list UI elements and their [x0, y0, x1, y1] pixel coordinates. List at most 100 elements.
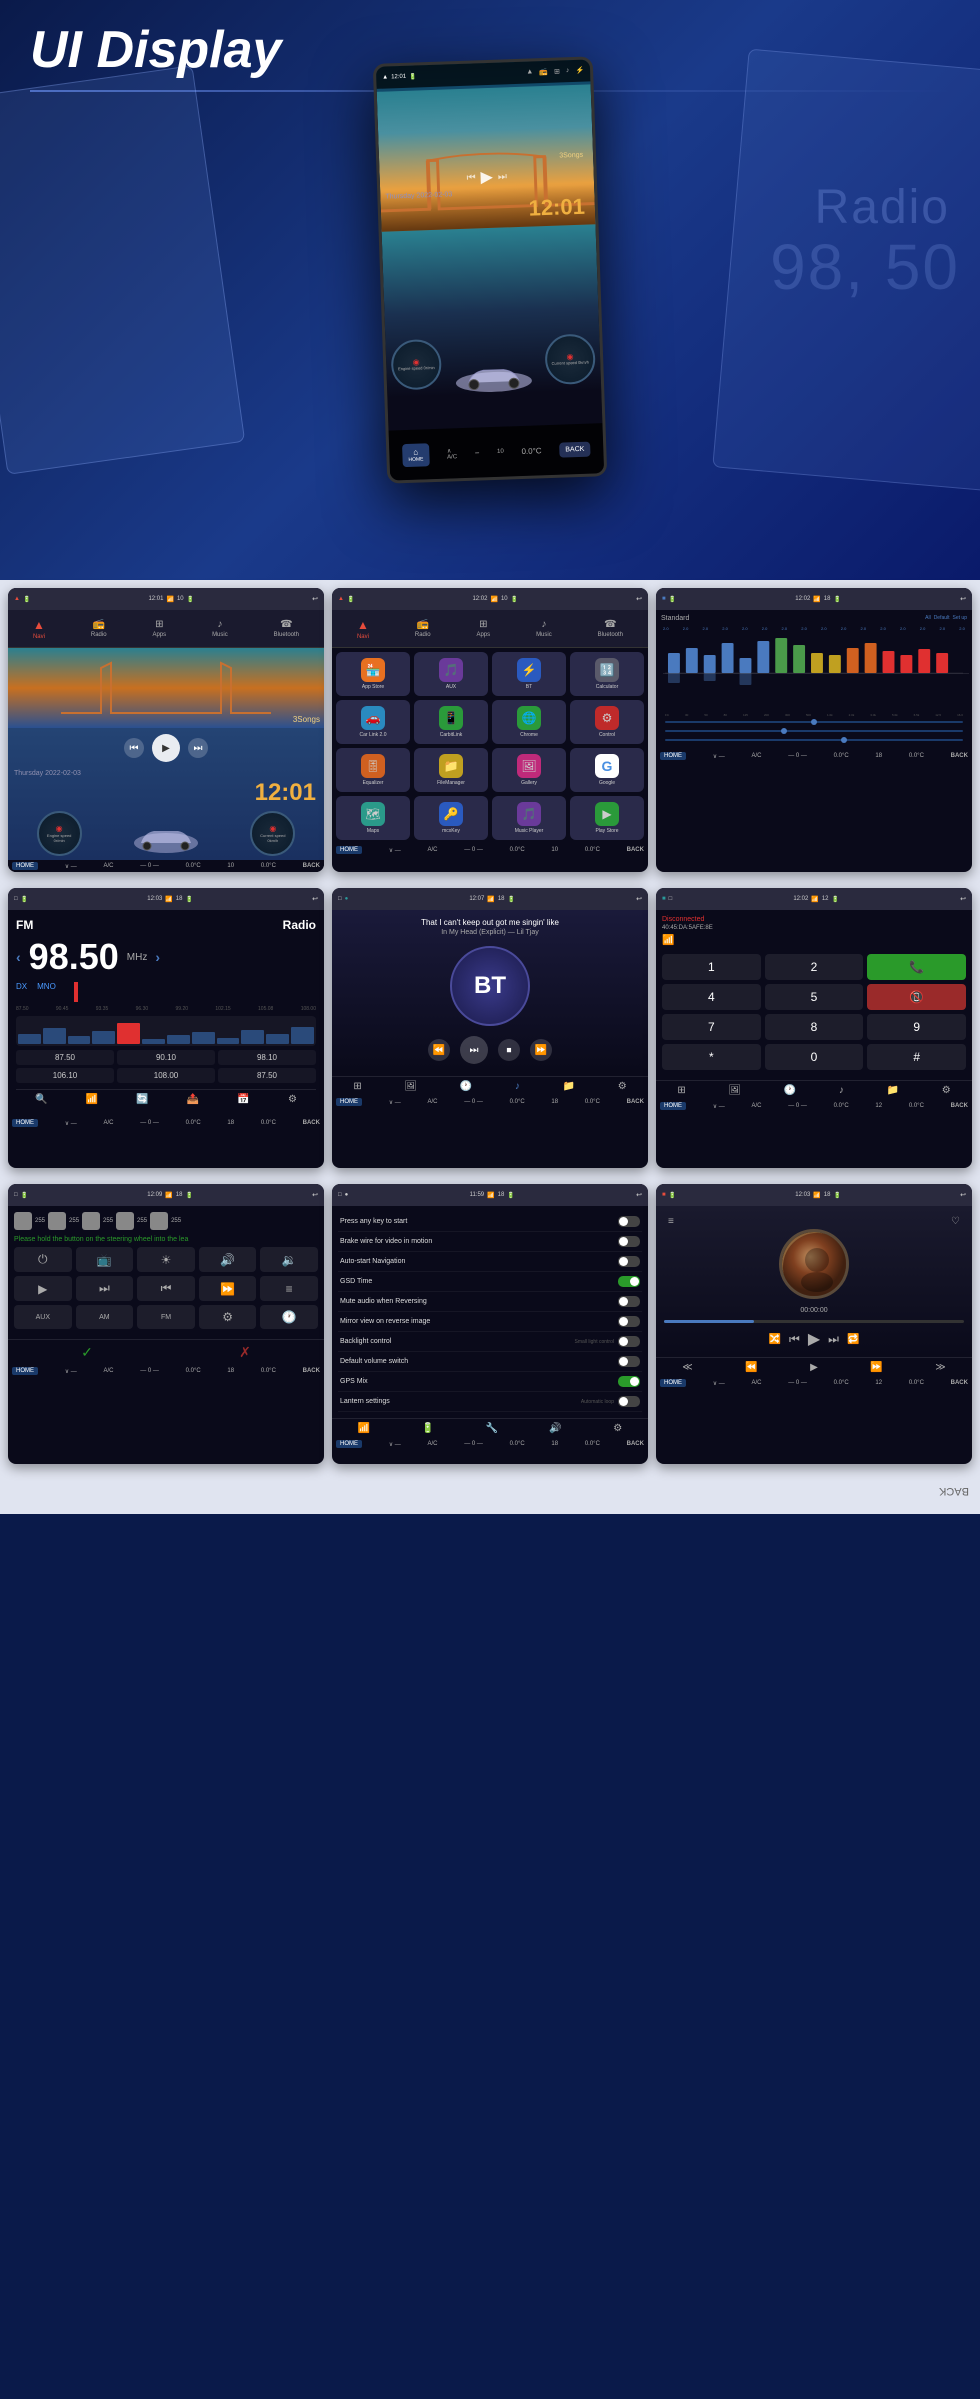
phone-folder-icon[interactable]: 📁 — [887, 1085, 899, 1096]
nav-bt-s1[interactable]: ☎ Bluetooth — [274, 619, 299, 638]
bt-music-icon[interactable]: ♪ — [515, 1081, 520, 1092]
back-s9[interactable]: BACK — [951, 1380, 968, 1386]
home-s3[interactable]: HOME — [660, 752, 686, 760]
ac-control[interactable]: ∧ A/C — [447, 447, 457, 460]
toggle-7[interactable] — [618, 1356, 640, 1367]
home-s5[interactable]: HOME — [336, 1098, 362, 1106]
preset-1[interactable]: 87.50 — [16, 1050, 114, 1065]
set-aux[interactable]: AUX — [14, 1305, 72, 1329]
freq-next[interactable]: › — [155, 949, 160, 965]
eq-preset-name[interactable]: Standard — [661, 615, 689, 622]
bt-rew[interactable]: ⏪ — [428, 1039, 450, 1061]
shuffle-btn[interactable]: 🔀 — [769, 1334, 781, 1345]
home-button[interactable]: ⌂ HOME — [402, 443, 430, 467]
app-carbitlink[interactable]: 📱 CarbitLink — [414, 700, 488, 744]
back-s3[interactable]: BACK — [951, 753, 968, 759]
back-s7[interactable]: BACK — [303, 1368, 320, 1374]
repeat-btn[interactable]: 🔁 — [847, 1334, 859, 1345]
bt-fwd[interactable]: ⏩ — [530, 1039, 552, 1061]
preset-6[interactable]: 87.50 — [218, 1068, 316, 1083]
set-display[interactable]: 📺 — [76, 1247, 134, 1272]
set-fm[interactable]: FM — [137, 1305, 195, 1329]
back-s5[interactable]: BACK — [627, 1099, 644, 1105]
radio-settings-icon[interactable]: ⚙ — [288, 1094, 297, 1105]
preset-3[interactable]: 98.10 — [218, 1050, 316, 1065]
toggle-6[interactable] — [618, 1336, 640, 1347]
back-button-phone[interactable]: BACK — [559, 441, 591, 457]
bt-play[interactable]: ⏭ — [460, 1036, 488, 1064]
set-next[interactable]: ⏩ — [199, 1276, 257, 1301]
back-s1[interactable]: BACK — [303, 863, 320, 869]
s9-rew-icon[interactable]: ⏪ — [745, 1362, 757, 1373]
preset-4[interactable]: 106.10 — [16, 1068, 114, 1083]
fwd-btn[interactable]: ⏭ — [498, 171, 507, 182]
dial-7[interactable]: 7 — [662, 1014, 761, 1040]
cancel-btn[interactable]: ✗ — [239, 1344, 251, 1361]
dx-label[interactable]: DX — [16, 982, 27, 1002]
next-btn-s9[interactable]: ⏭ — [828, 1332, 839, 1347]
set-prev[interactable]: ⏮ — [137, 1276, 195, 1301]
toggle-0[interactable] — [618, 1216, 640, 1227]
radio-loop-icon[interactable]: 🔄 — [136, 1094, 148, 1105]
s8-back[interactable]: ↩ — [636, 1191, 642, 1199]
mono-label[interactable]: MNO — [37, 982, 56, 1002]
set-vol-up[interactable]: 🔊 — [199, 1247, 257, 1272]
app-calculator[interactable]: 🔢 Calculator — [570, 652, 644, 696]
app-appstore[interactable]: 🏪 App Store — [336, 652, 410, 696]
s5-back[interactable]: ↩ — [636, 895, 642, 903]
phone-settings-icon[interactable]: ⚙ — [942, 1085, 951, 1096]
s2-back[interactable]: ↩ — [636, 595, 642, 603]
minus-btn[interactable]: − — [475, 448, 480, 457]
progress-bar-s9[interactable] — [664, 1320, 964, 1323]
dial-9[interactable]: 9 — [867, 1014, 966, 1040]
bt-stop[interactable]: ⏹ — [498, 1039, 520, 1061]
phone-grid-icon[interactable]: ⊞ — [677, 1085, 685, 1096]
s9-fwd-icon[interactable]: ⏩ — [870, 1362, 882, 1373]
s8-wrench-icon[interactable]: 🔧 — [486, 1423, 498, 1434]
nav-navi-s1[interactable]: ▲ Navi — [33, 618, 45, 640]
nav-radio-s2[interactable]: 📻 Radio — [415, 619, 431, 638]
set-power[interactable]: ⏻ — [14, 1247, 72, 1272]
nav-music-s2[interactable]: ♪ Music — [536, 619, 552, 638]
menu-icon-s9[interactable]: ≡ — [668, 1216, 674, 1227]
dial-0[interactable]: 0 — [765, 1044, 864, 1070]
s9-back[interactable]: ↩ — [960, 1191, 966, 1199]
app-gallery[interactable]: 🖼 Gallery — [492, 748, 566, 792]
s4-back[interactable]: ↩ — [312, 895, 318, 903]
back-s6[interactable]: BACK — [951, 1103, 968, 1109]
dial-call[interactable]: 📞 — [867, 954, 966, 980]
set-brightness[interactable]: ☀ — [137, 1247, 195, 1272]
eq-all[interactable]: All — [925, 615, 931, 622]
color-255-5[interactable] — [150, 1212, 168, 1230]
nav-bt-s2[interactable]: ☎ Bluetooth — [598, 619, 623, 638]
radio-export-icon[interactable]: 📤 — [187, 1094, 199, 1105]
nav-radio-s1[interactable]: 📻 Radio — [91, 619, 107, 638]
s7-back[interactable]: ↩ — [312, 1191, 318, 1199]
toggle-3[interactable] — [618, 1276, 640, 1287]
s8-battery-icon[interactable]: 🔋 — [422, 1423, 434, 1434]
nav-apps-s1[interactable]: ⊞ Apps — [152, 619, 166, 638]
radio-calendar-icon[interactable]: 📅 — [237, 1094, 249, 1105]
app-equalizer[interactable]: 🎚 Equalizer — [336, 748, 410, 792]
s9-right-icon[interactable]: ≫ — [935, 1362, 945, 1373]
set-skip[interactable]: ⏭ — [76, 1276, 134, 1301]
color-255-2[interactable] — [48, 1212, 66, 1230]
home-s2[interactable]: HOME — [336, 846, 362, 854]
s3-back[interactable]: ↩ — [960, 595, 966, 603]
nav-music-s1[interactable]: ♪ Music — [212, 619, 228, 638]
toggle-9[interactable] — [618, 1396, 640, 1407]
home-s6[interactable]: HOME — [660, 1102, 686, 1110]
home-s7[interactable]: HOME — [12, 1367, 38, 1375]
app-chrome[interactable]: 🌐 Chrome — [492, 700, 566, 744]
phone-clock-icon[interactable]: 🕐 — [784, 1085, 796, 1096]
radio-search-icon[interactable]: 🔍 — [35, 1094, 47, 1105]
back-s2[interactable]: BACK — [627, 847, 644, 853]
s1-back-icon[interactable]: ↩ — [312, 595, 318, 603]
next-btn-s1[interactable]: ⏭ — [188, 738, 208, 758]
home-s8[interactable]: HOME — [336, 1440, 362, 1448]
dial-4[interactable]: 4 — [662, 984, 761, 1010]
confirm-btn[interactable]: ✓ — [81, 1344, 93, 1361]
radio-signal-icon[interactable]: 📶 — [86, 1094, 98, 1105]
heart-icon-s9[interactable]: ♡ — [951, 1216, 960, 1227]
nav-navi-s2[interactable]: ▲ Navi — [357, 618, 369, 640]
